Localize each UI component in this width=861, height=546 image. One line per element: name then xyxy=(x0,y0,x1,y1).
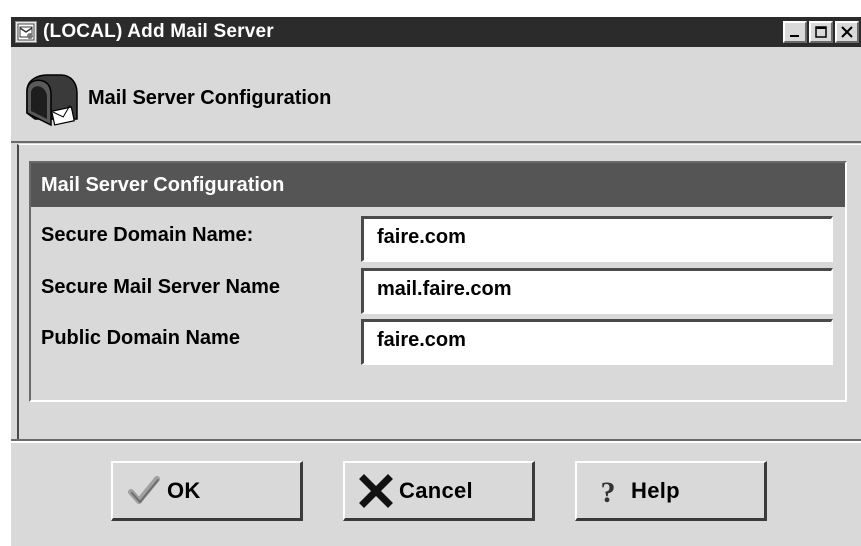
help-label: Help xyxy=(631,477,680,503)
title-bar[interactable]: (LOCAL) Add Mail Server xyxy=(11,17,861,47)
header-title: Mail Server Configuration xyxy=(88,87,332,109)
content-area: Mail Server Configuration Secure Domain … xyxy=(17,144,861,442)
checkmark-icon xyxy=(127,474,161,508)
public-domain-label: Public Domain Name xyxy=(41,327,240,349)
help-button[interactable]: ? Help xyxy=(575,461,767,521)
field-row-public-domain: Public Domain Name xyxy=(31,315,845,365)
minimize-icon xyxy=(785,23,805,41)
window-title: (LOCAL) Add Mail Server xyxy=(43,21,274,42)
ok-button[interactable]: OK xyxy=(111,461,303,521)
question-mark-icon: ? xyxy=(591,474,625,508)
close-button[interactable] xyxy=(835,21,859,43)
cancel-label: Cancel xyxy=(399,477,473,503)
minimize-button[interactable] xyxy=(783,21,807,43)
public-domain-input[interactable] xyxy=(361,319,833,365)
divider-highlight xyxy=(11,441,861,443)
ok-label: OK xyxy=(167,477,201,503)
field-row-secure-mail-server: Secure Mail Server Name xyxy=(31,264,845,314)
config-panel: Mail Server Configuration Secure Domain … xyxy=(29,161,847,402)
app-menu-icon[interactable] xyxy=(15,21,37,43)
secure-mail-server-input[interactable] xyxy=(361,268,833,314)
svg-text:?: ? xyxy=(601,476,616,508)
close-icon xyxy=(837,23,857,41)
field-row-secure-domain: Secure Domain Name: xyxy=(31,212,845,262)
secure-mail-server-label: Secure Mail Server Name xyxy=(41,276,281,298)
panel-title: Mail Server Configuration xyxy=(31,163,845,207)
window-controls xyxy=(783,21,859,43)
secure-domain-label: Secure Domain Name: xyxy=(41,224,254,246)
x-mark-icon xyxy=(359,473,393,508)
maximize-icon xyxy=(811,23,831,41)
dialog-window: (LOCAL) Add Mail Server Mail Server Conf… xyxy=(11,17,861,546)
cancel-button[interactable]: Cancel xyxy=(343,461,535,521)
mailbox-icon xyxy=(21,69,81,129)
maximize-button[interactable] xyxy=(809,21,833,43)
dialog-header: Mail Server Configuration xyxy=(11,47,861,143)
secure-domain-input[interactable] xyxy=(361,216,833,262)
